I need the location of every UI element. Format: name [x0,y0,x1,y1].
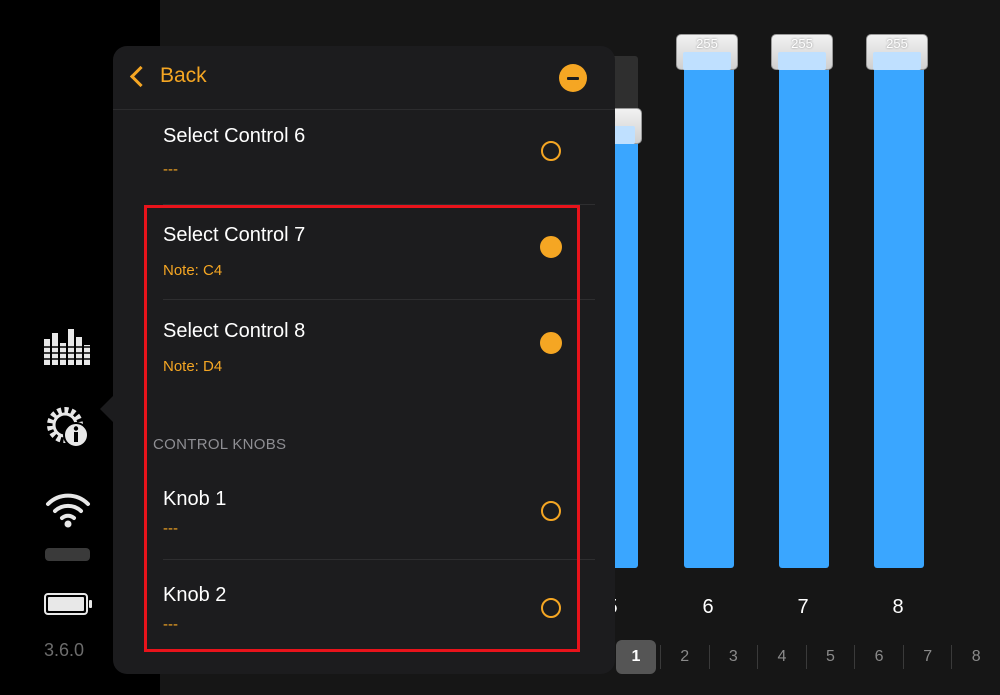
back-label: Back [160,64,207,87]
list-item[interactable]: Select Control 8 Note: D4 [113,300,615,396]
page-tab-2[interactable]: 2 [659,645,709,669]
row-subtitle: Note: C4 [163,262,223,279]
row-title: Knob 1 [163,488,227,510]
page-tab-8[interactable]: 8 [951,645,1000,669]
page-tab-7[interactable]: 7 [902,645,952,669]
radio-button-selected[interactable] [540,236,562,258]
equalizer-icon[interactable] [42,325,92,370]
row-subtitle: Note: D4 [163,358,223,375]
fader-level-fill [874,52,924,568]
chevron-left-icon [129,65,152,87]
row-title: Select Control 6 [163,125,306,147]
fader-8[interactable]: 255 [866,0,930,620]
fader-level-fill [779,52,829,568]
settings-popover: Back Select Control 6 --- Select Control… [113,46,615,674]
list-item[interactable]: Select Control 7 Note: C4 [113,204,615,300]
page-tab-1[interactable]: 1 [616,640,656,674]
list-item[interactable]: Knob 2 --- [113,560,615,656]
page-tab-5[interactable]: 5 [805,645,855,669]
page-tab-3[interactable]: 3 [708,645,758,669]
row-title: Select Control 7 [163,224,306,246]
fader-value: 255 [791,36,813,51]
battery-icon [44,592,94,621]
radio-button[interactable] [541,598,561,618]
section-header: CONTROL KNOBS [153,436,287,453]
radio-button[interactable] [541,141,561,161]
status-pill [45,548,90,561]
fader-handle[interactable]: 255 [771,34,833,70]
fader-value: 255 [886,36,908,51]
fader-label: 7 [797,596,809,618]
fader-handle-grip [873,52,921,70]
row-title: Knob 2 [163,584,227,606]
fader-handle[interactable]: 255 [676,34,738,70]
version-label: 3.6.0 [44,640,85,660]
remove-button[interactable] [559,64,587,92]
fader-6[interactable]: 255 [676,0,740,620]
row-subtitle: --- [163,161,178,178]
page-tab-4[interactable]: 4 [757,645,806,669]
fader-label: 8 [892,596,904,618]
row-title: Select Control 8 [163,320,306,342]
fader-value: 255 [696,36,718,51]
row-subtitle: --- [163,520,178,537]
back-button[interactable]: Back [127,64,207,88]
page-bar: 12345678 [612,638,1000,676]
page-tab-6[interactable]: 6 [854,645,903,669]
fader-handle-grip [778,52,826,70]
radio-button-selected[interactable] [540,332,562,354]
fader-handle-grip [683,52,731,70]
fader-handle[interactable]: 255 [866,34,928,70]
wifi-icon[interactable] [44,490,92,535]
popover-arrow [100,395,114,423]
settings-info-icon[interactable] [44,403,94,456]
fader-label: 6 [702,596,714,618]
popover-header: Back [113,46,615,110]
radio-button[interactable] [541,501,561,521]
row-subtitle: --- [163,616,178,633]
list-item[interactable]: Select Control 6 --- [113,109,615,205]
fader-level-fill [684,52,734,568]
list-item[interactable]: Knob 1 --- [113,464,615,560]
fader-7[interactable]: 255 [771,0,835,620]
